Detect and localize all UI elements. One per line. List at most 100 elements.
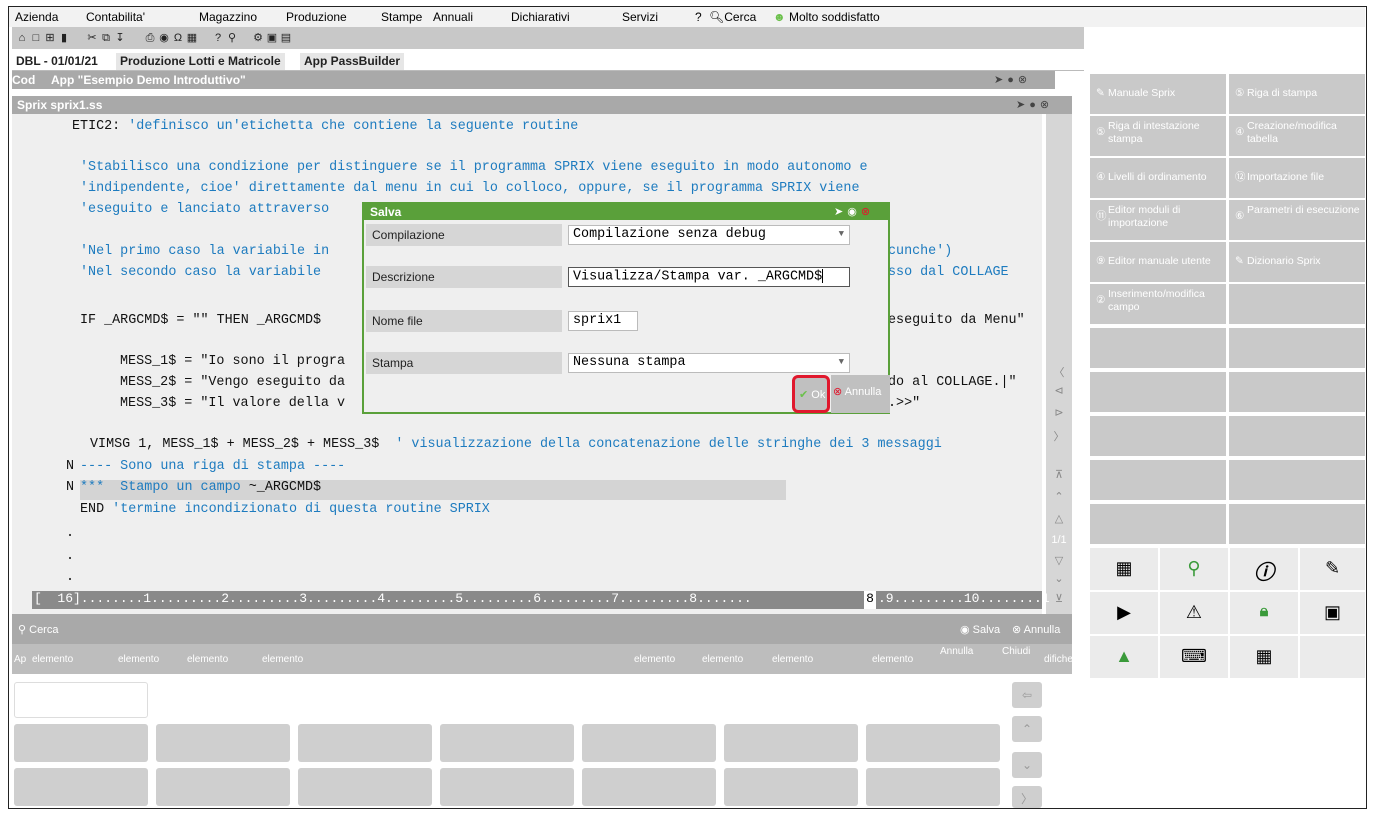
- modifiche-element-button[interactable]: difiche: [1044, 654, 1073, 665]
- creazione-tabella-button[interactable]: ④ Creazione/modifica tabella: [1229, 116, 1365, 156]
- calculator-icon[interactable]: ▦: [186, 31, 198, 45]
- lower-grid-button[interactable]: [156, 768, 290, 806]
- lower-grid-button[interactable]: [14, 768, 148, 806]
- scroll-down-icon[interactable]: ▽: [1050, 554, 1068, 567]
- tab-produzione-lotti[interactable]: Produzione Lotti e Matricole: [116, 53, 285, 70]
- window-controls[interactable]: ➤●⊗: [994, 73, 1031, 86]
- scroll-bottom-icon[interactable]: ⊻: [1050, 592, 1068, 605]
- edit-list-icon[interactable]: ✎: [1300, 548, 1365, 590]
- lower-grid-button[interactable]: [298, 768, 432, 806]
- menu-contabilita[interactable]: Contabilita': [86, 10, 145, 24]
- minimize-icon[interactable]: ●: [1007, 74, 1018, 86]
- menu-servizi[interactable]: Servizi: [622, 10, 658, 24]
- lower-grid-button[interactable]: [582, 768, 716, 806]
- menu-azienda[interactable]: Azienda: [15, 10, 58, 24]
- basket-icon[interactable]: ▲: [1090, 636, 1158, 678]
- dialog-window-controls[interactable]: ➤◉⊗: [834, 205, 874, 218]
- close-icon[interactable]: ⊗: [1018, 74, 1031, 86]
- lower-grid-button[interactable]: [866, 768, 1000, 806]
- copy-icon[interactable]: ⧉: [100, 31, 112, 45]
- element-button[interactable]: Ap: [14, 654, 26, 665]
- menu-dichiarativi[interactable]: Dichiarativi: [511, 10, 570, 24]
- lower-grid-button[interactable]: [866, 724, 1000, 762]
- nome-file-input[interactable]: sprix1: [568, 311, 638, 331]
- editor-manuale-button[interactable]: ⑨ Editor manuale utente: [1090, 242, 1226, 282]
- tree-icon[interactable]: ⊞: [44, 31, 56, 45]
- minimize-icon[interactable]: ◉: [847, 206, 861, 218]
- lower-nav-last-icon[interactable]: 〉: [1012, 786, 1042, 808]
- scroll-up-page-icon[interactable]: ⌃: [1050, 490, 1068, 503]
- menu-cerca[interactable]: 🔍︎Cerca: [709, 10, 756, 24]
- minimize-icon[interactable]: ●: [1029, 99, 1040, 111]
- keyboard-icon[interactable]: ⌨: [1160, 636, 1228, 678]
- exit-icon[interactable]: ▮: [58, 31, 70, 45]
- cut-icon[interactable]: ✂: [86, 31, 98, 45]
- element-button[interactable]: elemento: [772, 654, 813, 665]
- editor-scrollbar[interactable]: 〈 ⊲ ⊳ 〉 ⊼ ⌃ △ 1/1 ▽ ⌄ ⊻: [1046, 114, 1072, 614]
- lower-nav-up-icon[interactable]: ⌃: [1012, 716, 1042, 742]
- compilazione-select[interactable]: Compilazione senza debug ▼: [568, 225, 850, 245]
- lower-grid-button[interactable]: [298, 724, 432, 762]
- search-doc-icon[interactable]: ⚲: [1160, 548, 1228, 590]
- grid-icon[interactable]: ▦: [1230, 636, 1298, 678]
- play-icon[interactable]: ▶: [1090, 592, 1158, 634]
- inserimento-campo-button[interactable]: ② Inserimento/modifica campo: [1090, 284, 1226, 324]
- tab-dbl[interactable]: DBL - 01/01/21: [12, 53, 102, 70]
- element-button[interactable]: elemento: [702, 654, 743, 665]
- element-button[interactable]: elemento: [32, 654, 73, 665]
- annulla-element-button[interactable]: Annulla: [940, 646, 973, 657]
- livelli-ordinamento-button[interactable]: ④ Livelli di ordinamento: [1090, 158, 1226, 198]
- stampa-select[interactable]: Nessuna stampa ▼: [568, 353, 850, 373]
- lower-input-box[interactable]: [14, 682, 148, 718]
- riga-di-stampa-button[interactable]: ⑤ Riga di stampa: [1229, 74, 1365, 114]
- annulla-button[interactable]: ⊗ Annulla: [1012, 623, 1060, 636]
- home-icon[interactable]: ⌂: [16, 31, 28, 45]
- chiudi-element-button[interactable]: Chiudi: [1002, 646, 1030, 657]
- settings-icon[interactable]: ⚙: [252, 31, 264, 45]
- scroll-prev-page-icon[interactable]: ⊲: [1050, 384, 1068, 397]
- menu-help[interactable]: ?: [695, 10, 702, 24]
- menu-magazzino[interactable]: Magazzino: [199, 10, 257, 24]
- pin-icon[interactable]: ➤: [834, 206, 847, 218]
- pin-icon[interactable]: ➤: [994, 74, 1007, 86]
- descrizione-input[interactable]: Visualizza/Stampa var. _ARGCMD$: [568, 267, 850, 287]
- lower-grid-button[interactable]: [14, 724, 148, 762]
- help-icon[interactable]: ?: [212, 31, 224, 45]
- keyboard-small-icon[interactable]: ▣: [1300, 592, 1365, 634]
- lock-icon[interactable]: 🔒︎: [1230, 592, 1298, 634]
- parametri-esecuzione-button[interactable]: ⑥ Parametri di esecuzione: [1229, 200, 1365, 240]
- cerca-button[interactable]: ⚲ Cerca: [18, 623, 58, 636]
- importazione-file-button[interactable]: ⑫ Importazione file: [1229, 158, 1365, 198]
- preview-icon[interactable]: ◉: [158, 31, 170, 45]
- element-button[interactable]: elemento: [187, 654, 228, 665]
- lower-grid-button[interactable]: [156, 724, 290, 762]
- menu-annuali[interactable]: Annuali: [433, 10, 473, 24]
- close-icon[interactable]: ⊗: [1040, 99, 1053, 111]
- scroll-last-icon[interactable]: 〉: [1050, 428, 1068, 444]
- pin-icon[interactable]: ➤: [1016, 99, 1029, 111]
- image-icon[interactable]: ▤: [280, 31, 292, 45]
- lower-nav-left-icon[interactable]: ⇦: [1012, 682, 1042, 708]
- sprix-window-controls[interactable]: ➤●⊗: [1016, 98, 1053, 111]
- zoom-icon[interactable]: ⚲: [226, 31, 238, 45]
- tab-app-passbuilder[interactable]: App PassBuilder: [300, 53, 405, 70]
- lower-grid-button[interactable]: [582, 724, 716, 762]
- window-icon[interactable]: ▣: [266, 31, 278, 45]
- info-icon[interactable]: ⓘ: [1230, 548, 1298, 590]
- dizionario-sprix-button[interactable]: ✎ Dizionario Sprix: [1229, 242, 1365, 282]
- annulla-dialog-button[interactable]: ⊗ Annulla: [831, 375, 890, 413]
- omega-icon[interactable]: Ω: [172, 31, 184, 45]
- element-button[interactable]: elemento: [262, 654, 303, 665]
- element-button[interactable]: elemento: [872, 654, 913, 665]
- lower-grid-button[interactable]: [724, 724, 858, 762]
- close-icon[interactable]: ⊗: [861, 206, 874, 218]
- editor-moduli-button[interactable]: ⑪ Editor moduli di importazione: [1090, 200, 1226, 240]
- scroll-down-page-icon[interactable]: ⌄: [1050, 572, 1068, 585]
- lower-grid-button[interactable]: [440, 724, 574, 762]
- salva-button[interactable]: ◉ Salva: [960, 623, 1000, 636]
- element-button[interactable]: elemento: [634, 654, 675, 665]
- paste-icon[interactable]: ↧: [114, 31, 126, 45]
- print-icon[interactable]: ⎙: [144, 31, 156, 45]
- scroll-first-icon[interactable]: 〈: [1050, 364, 1068, 380]
- menu-stampe[interactable]: Stampe: [381, 10, 422, 24]
